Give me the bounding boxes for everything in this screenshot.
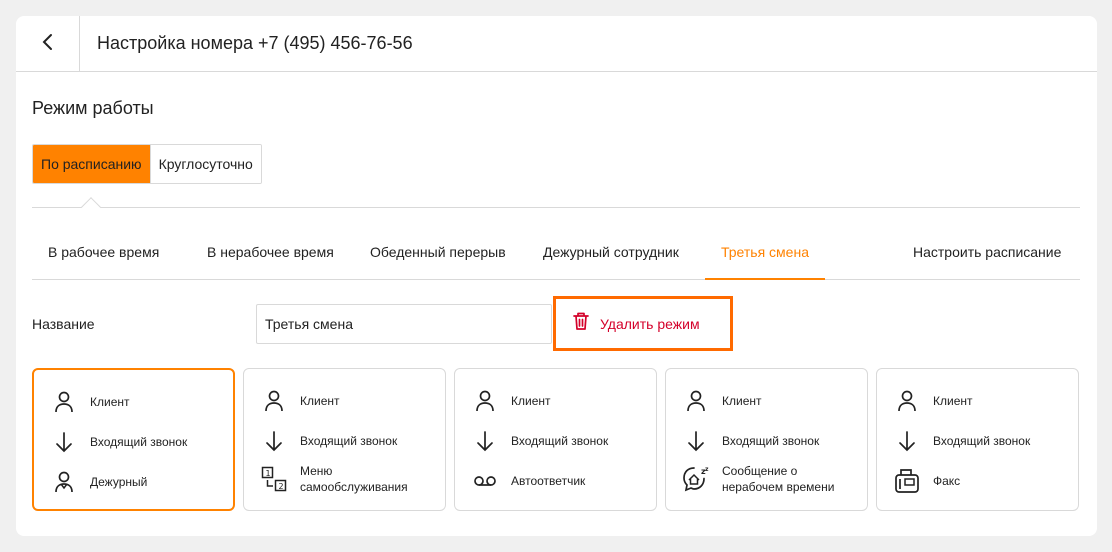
target-label: Дежурный: [90, 475, 148, 489]
arrow-down-icon: [50, 428, 78, 456]
user-icon: [260, 387, 288, 415]
section-title: Режим работы: [32, 98, 154, 118]
incoming-call-label: Входящий звонок: [300, 434, 398, 448]
voicemail-icon: [471, 467, 499, 495]
client-label: Клиент: [300, 394, 340, 408]
incoming-call-label: Входящий звонок: [933, 434, 1031, 448]
settings-panel: Настройка номера +7 (495) 456-76-56 Режи…: [16, 16, 1097, 536]
offhours-message-icon: zz: [682, 465, 710, 493]
duty-person-icon: [50, 468, 78, 496]
name-field-label: Название: [32, 316, 95, 332]
card-row-target: Факс: [893, 467, 960, 495]
card-row-target: 12 Меню самообслуживания: [260, 463, 420, 495]
target-label: Меню самообслуживания: [300, 464, 408, 494]
back-button[interactable]: [16, 16, 80, 72]
schedule-tabs: В рабочее время В нерабочее время Обеден…: [32, 224, 1080, 280]
mode-option-schedule[interactable]: По расписанию: [33, 145, 150, 183]
card-row-call: Входящий звонок: [893, 427, 1030, 455]
fax-icon: [893, 467, 921, 495]
mode-card-voicemail[interactable]: Клиент Входящий звонок Автоответчик: [454, 368, 657, 511]
tab-duty-employee[interactable]: Дежурный сотрудник: [543, 224, 679, 280]
arrow-down-icon: [471, 427, 499, 455]
svg-text:2: 2: [279, 482, 284, 491]
delete-mode-button[interactable]: Удалить режим: [553, 296, 733, 351]
tab-non-working-hours[interactable]: В нерабочее время: [207, 224, 334, 280]
header: Настройка номера +7 (495) 456-76-56: [16, 16, 1097, 72]
card-row-call: Входящий звонок: [471, 427, 608, 455]
card-row-target: Дежурный: [50, 468, 147, 496]
tab-configure-schedule[interactable]: Настроить расписание: [913, 224, 1061, 280]
svg-text:z: z: [705, 466, 709, 473]
client-label: Клиент: [933, 394, 973, 408]
mode-option-24h[interactable]: Круглосуточно: [149, 145, 261, 183]
name-input[interactable]: [256, 304, 552, 344]
arrow-down-icon: [260, 427, 288, 455]
card-row-client: Клиент: [682, 387, 762, 415]
target-label: Факс: [933, 474, 961, 488]
client-label: Клиент: [722, 394, 762, 408]
tab-lunch-break[interactable]: Обеденный перерыв: [370, 224, 506, 280]
ivr-menu-icon: 12: [260, 465, 288, 493]
card-row-call: Входящий звонок: [682, 427, 819, 455]
user-icon: [471, 387, 499, 415]
arrow-down-icon: [893, 427, 921, 455]
tab-working-hours[interactable]: В рабочее время: [48, 224, 159, 280]
incoming-call-label: Входящий звонок: [511, 434, 609, 448]
card-row-client: Клиент: [50, 388, 130, 416]
user-icon: [50, 388, 78, 416]
incoming-call-label: Входящий звонок: [90, 435, 188, 449]
card-row-client: Клиент: [260, 387, 340, 415]
target-label: Автоответчик: [511, 474, 586, 488]
svg-text:1: 1: [266, 469, 271, 478]
selector-pointer: [81, 197, 101, 217]
divider: [32, 207, 1080, 208]
user-icon: [893, 387, 921, 415]
chevron-left-icon: [41, 33, 55, 56]
card-row-target: zz Сообщение о нерабочем времени: [682, 463, 852, 495]
mode-card-fax[interactable]: Клиент Входящий звонок Факс: [876, 368, 1079, 511]
mode-selector: По расписанию Круглосуточно: [32, 144, 262, 184]
mode-card-duty[interactable]: Клиент Входящий звонок Дежурный: [32, 368, 235, 511]
incoming-call-label: Входящий звонок: [722, 434, 820, 448]
arrow-down-icon: [682, 427, 710, 455]
card-row-call: Входящий звонок: [50, 428, 187, 456]
mode-card-offhours[interactable]: Клиент Входящий звонок zz Сообщение о не…: [665, 368, 868, 511]
card-row-client: Клиент: [471, 387, 551, 415]
target-label: Сообщение о нерабочем времени: [722, 464, 835, 494]
card-row-call: Входящий звонок: [260, 427, 397, 455]
tab-third-shift[interactable]: Третья смена: [705, 224, 825, 280]
delete-mode-label: Удалить режим: [600, 315, 700, 332]
page-title: Настройка номера +7 (495) 456-76-56: [97, 33, 413, 53]
user-icon: [682, 387, 710, 415]
client-label: Клиент: [511, 394, 551, 408]
card-row-target: Автоответчик: [471, 467, 585, 495]
trash-icon: [572, 311, 590, 336]
client-label: Клиент: [90, 395, 130, 409]
card-row-client: Клиент: [893, 387, 973, 415]
mode-card-ivr[interactable]: Клиент Входящий звонок 12 Меню самообслу…: [243, 368, 446, 511]
